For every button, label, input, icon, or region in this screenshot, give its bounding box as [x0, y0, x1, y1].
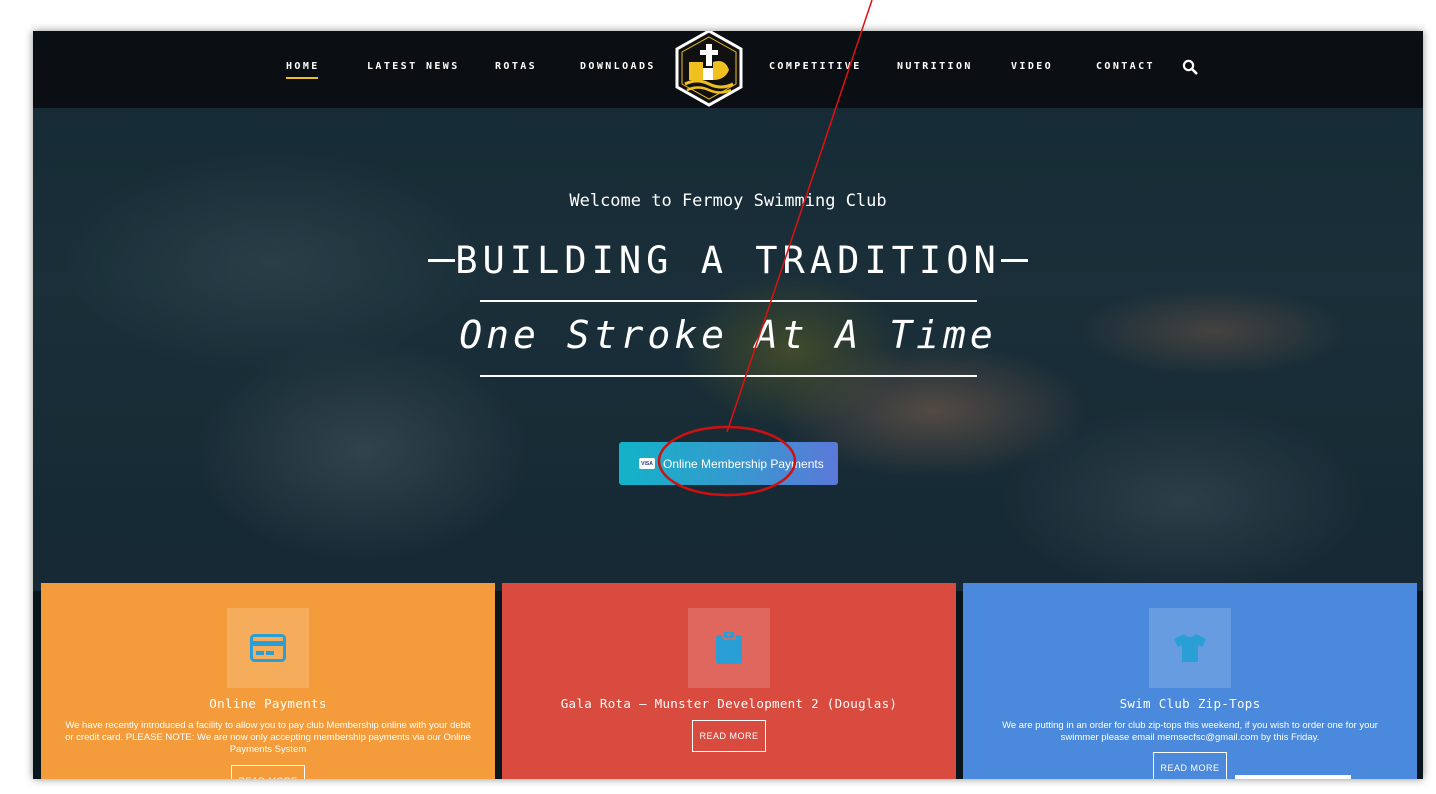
nav-item-contact[interactable]: CONTACT: [1096, 61, 1155, 72]
read-more-button[interactable]: READ MORE: [692, 720, 766, 752]
hero-headline: BUILDING A TRADITION: [455, 238, 1001, 282]
card-title: Swim Club Zip-Tops: [1119, 696, 1261, 711]
hero-tagline: One Stroke At A Time: [459, 313, 997, 357]
card-online-payments: Online Payments We have recently introdu…: [41, 583, 495, 779]
hero-welcome-text: Welcome to Fermoy Swimming Club: [569, 191, 887, 211]
credit-card-icon: [250, 634, 286, 662]
card-swim-club-zip-tops: Swim Club Zip-Tops We are putting in an …: [963, 583, 1417, 779]
card-icon-box: [227, 608, 309, 688]
card-title: Online Payments: [209, 696, 327, 711]
nav-item-downloads[interactable]: DOWNLOADS: [580, 61, 656, 72]
card-overlay-strip: [1235, 775, 1351, 779]
nav-item-latest-news[interactable]: LATEST NEWS: [367, 61, 460, 72]
nav-item-home[interactable]: HOME: [286, 61, 320, 79]
nav-item-rotas[interactable]: ROTAS: [495, 61, 537, 72]
nav-item-video[interactable]: VIDEO: [1011, 61, 1053, 72]
search-icon[interactable]: [1182, 59, 1198, 75]
headline-dash-left: [428, 258, 456, 262]
clipboard-icon: [716, 631, 742, 664]
card-gala-rota: Gala Rota – Munster Development 2 (Dougl…: [502, 583, 956, 779]
club-logo-icon[interactable]: [673, 31, 745, 108]
read-more-button[interactable]: READ MORE: [1153, 752, 1227, 779]
card-title: Gala Rota – Munster Development 2 (Dougl…: [560, 696, 898, 711]
tagline-rule-bottom: [480, 375, 977, 377]
online-membership-payments-button[interactable]: VISA Online Membership Payments: [619, 442, 838, 485]
visa-card-icon: VISA: [639, 458, 655, 469]
hero-headline-row: BUILDING A TRADITION: [428, 236, 1028, 284]
nav-item-nutrition[interactable]: NUTRITION: [897, 61, 973, 72]
top-navigation: HOME LATEST NEWS ROTAS DOWNLOADS COMPETI…: [33, 31, 1423, 108]
card-icon-box: [688, 608, 770, 688]
nav-item-competitive[interactable]: COMPETITIVE: [769, 61, 862, 72]
headline-dash-right: [1000, 258, 1028, 262]
browser-viewport: HOME LATEST NEWS ROTAS DOWNLOADS COMPETI…: [33, 31, 1423, 779]
read-more-button[interactable]: READ MORE: [231, 765, 305, 779]
tshirt-icon: [1174, 634, 1206, 662]
card-icon-box: [1149, 608, 1231, 688]
cta-label: Online Membership Payments: [663, 456, 824, 471]
card-text: We are putting in an order for club zip-…: [1002, 720, 1378, 743]
tagline-rule-top: [480, 300, 977, 302]
card-text: We have recently introduced a facility t…: [65, 720, 471, 755]
